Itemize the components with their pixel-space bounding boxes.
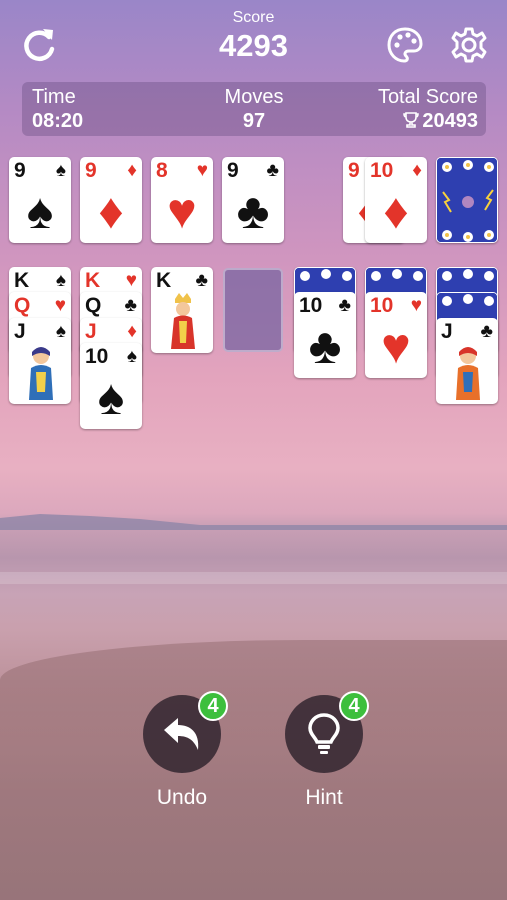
foundation-diamonds[interactable]: 9 ♦ ♦ bbox=[80, 157, 142, 243]
card-rank: J bbox=[14, 320, 26, 343]
card-rank: Q bbox=[85, 294, 102, 317]
empty-tableau-slot[interactable] bbox=[223, 268, 283, 352]
wave-line bbox=[0, 572, 507, 584]
hint-count-badge: 4 bbox=[339, 691, 369, 721]
foundation-clubs[interactable]: 9 ♣ ♣ bbox=[222, 157, 284, 243]
undo-label[interactable]: Undo bbox=[132, 786, 232, 810]
card-suit: ♦ bbox=[412, 160, 422, 181]
total-score-label: Total Score bbox=[377, 86, 478, 108]
tableau-card[interactable]: K ♣ bbox=[151, 267, 213, 353]
time-value: 08:20 bbox=[32, 110, 84, 132]
foundation-hearts[interactable]: 8 ♥ ♥ bbox=[151, 157, 213, 243]
card-rank: 9 bbox=[227, 159, 239, 182]
card-suit: ♥ bbox=[54, 295, 66, 316]
hint-label[interactable]: Hint bbox=[274, 786, 374, 810]
trophy-icon bbox=[403, 112, 420, 128]
time-label: Time bbox=[32, 86, 76, 108]
card-rank: K bbox=[85, 269, 101, 292]
moves-stat: Moves 97 bbox=[217, 86, 291, 133]
card-rank: J bbox=[85, 320, 97, 343]
card-rank: 8 bbox=[156, 159, 168, 182]
card-rank: 9 bbox=[348, 159, 360, 182]
score-value: 4293 bbox=[219, 28, 288, 63]
card-suit: ♣ bbox=[480, 321, 493, 342]
card-rank: 9 bbox=[14, 159, 26, 182]
card-suit: ♣ bbox=[124, 295, 137, 316]
card-suit: ♣ bbox=[195, 270, 208, 291]
card-center-suit: ♥ bbox=[381, 318, 411, 374]
undo-count-badge: 4 bbox=[198, 691, 228, 721]
card-back-pattern bbox=[437, 158, 497, 242]
total-score-stat: Total Score 20493 bbox=[378, 86, 478, 133]
waste-card-top[interactable]: 10 ♦ ♦ bbox=[365, 157, 427, 243]
card-center-suit: ♠ bbox=[26, 183, 54, 239]
lightbulb-icon bbox=[308, 713, 340, 754]
card-center-suit: ♣ bbox=[308, 318, 342, 374]
time-stat: Time 08:20 bbox=[32, 86, 83, 133]
card-suit: ♠ bbox=[55, 160, 66, 181]
card-rank: K bbox=[156, 269, 172, 292]
card-suit: ♥ bbox=[196, 160, 208, 181]
tableau-card[interactable]: J ♣ bbox=[436, 318, 498, 404]
gear-icon[interactable] bbox=[448, 24, 490, 66]
moves-value: 97 bbox=[242, 110, 266, 132]
card-suit: ♣ bbox=[338, 295, 351, 316]
palette-icon[interactable] bbox=[384, 24, 426, 66]
card-rank: K bbox=[14, 269, 30, 292]
king-face-art bbox=[171, 293, 195, 349]
card-suit: ♥ bbox=[410, 295, 422, 316]
total-score-value: 20493 bbox=[422, 110, 478, 132]
card-rank: Q bbox=[14, 294, 31, 317]
card-center-suit: ♣ bbox=[236, 183, 270, 239]
tableau-card[interactable]: J ♠ bbox=[9, 318, 71, 404]
card-suit: ♠ bbox=[126, 346, 137, 367]
jack-face-art bbox=[29, 347, 53, 400]
undo-icon bbox=[164, 718, 199, 750]
card-rank: 10 bbox=[370, 294, 394, 317]
card-center-suit: ♠ bbox=[97, 369, 125, 425]
card-suit: ♦ bbox=[127, 160, 137, 181]
card-suit: ♦ bbox=[127, 321, 137, 342]
foundation-spades[interactable]: 9 ♠ ♠ bbox=[9, 157, 71, 243]
card-rank: 10 bbox=[370, 159, 394, 182]
card-rank: 10 bbox=[85, 345, 109, 368]
beach-shore bbox=[0, 640, 507, 900]
card-center-suit: ♦ bbox=[98, 183, 124, 239]
card-suit: ♣ bbox=[266, 160, 279, 181]
score-label: Score bbox=[232, 9, 275, 26]
tableau-card[interactable]: 10 ♠ ♠ bbox=[80, 343, 142, 429]
card-suit: ♠ bbox=[55, 321, 66, 342]
card-suit: ♥ bbox=[125, 270, 137, 291]
card-rank: 9 bbox=[85, 159, 97, 182]
stock-pile[interactable] bbox=[436, 157, 498, 243]
card-center-suit: ♦ bbox=[383, 183, 409, 239]
card-center-suit: ♥ bbox=[167, 183, 197, 239]
jack-face-art bbox=[456, 347, 480, 400]
card-suit: ♠ bbox=[55, 270, 66, 291]
stats-bar: Time 08:20 Moves 97 Total Score 20493 bbox=[22, 82, 486, 136]
tableau-card[interactable]: 10 ♣ ♣ bbox=[294, 292, 356, 378]
distant-hills bbox=[0, 512, 507, 530]
tableau-card[interactable]: 10 ♥ ♥ bbox=[365, 292, 427, 378]
card-rank: J bbox=[441, 320, 453, 343]
card-rank: 10 bbox=[299, 294, 323, 317]
moves-label: Moves bbox=[224, 86, 284, 108]
